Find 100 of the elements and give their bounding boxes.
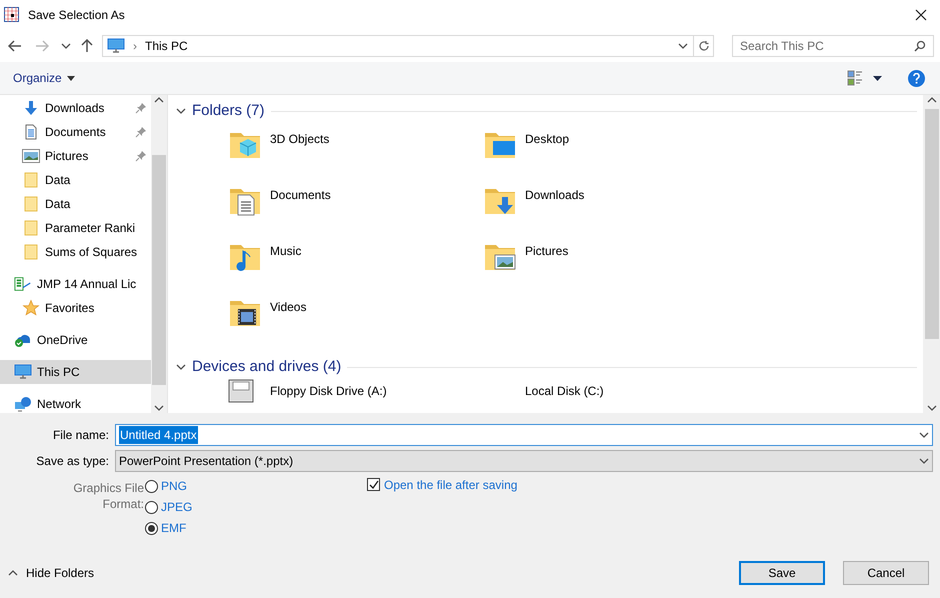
sidebar-label: Pictures [45, 148, 90, 165]
computer-icon [14, 364, 32, 380]
question-mark-icon [913, 72, 920, 84]
sidebar-label: Data [45, 172, 72, 189]
search-icon [914, 40, 926, 52]
help-button[interactable] [908, 70, 925, 86]
radio-button[interactable] [145, 522, 158, 534]
sidebar-label: Sums of Squares [45, 244, 138, 261]
scroll-down-icon [154, 403, 164, 413]
chevron-down-icon [919, 456, 929, 466]
folder-item[interactable]: Music [228, 239, 483, 295]
scrollbar-thumb[interactable] [152, 155, 166, 385]
sidebar-item[interactable]: This PC [0, 360, 151, 384]
pin-icon [135, 102, 147, 114]
caret-icon [61, 41, 71, 51]
hide-folders-button[interactable]: Hide Folders [0, 564, 94, 582]
folder-icon [24, 220, 38, 236]
dropdown-triangle-icon [66, 76, 75, 80]
format-label: Graphics File Format: [72, 480, 144, 513]
address-bar[interactable]: › This PC [102, 35, 714, 57]
computer-icon [107, 38, 125, 54]
radio-option[interactable]: PNG [145, 478, 367, 494]
scrollbar-thumb[interactable] [924, 109, 938, 339]
sidebar-item[interactable]: Downloads [0, 96, 151, 120]
refresh-icon [698, 40, 710, 52]
folder-item[interactable]: Local Disk (C:) [483, 379, 738, 405]
radio-option[interactable]: JPEG [145, 499, 367, 515]
folder-label: Local Disk (C:) [525, 383, 604, 400]
sidebar-label: Parameter Ranki [45, 220, 136, 237]
sidebar-item[interactable]: Pictures [0, 144, 151, 168]
folder-item[interactable]: Videos [228, 295, 483, 351]
sidebar-label: JMP 14 Annual Lic [37, 276, 138, 293]
sidebar-item[interactable]: Data [0, 168, 151, 192]
close-icon [915, 9, 927, 21]
sidebar-item[interactable]: Favorites [0, 296, 151, 320]
group-header[interactable]: Folders (7) [192, 100, 265, 122]
radio-option[interactable]: EMF [145, 520, 367, 536]
folder-icon [24, 244, 38, 260]
sidebar-item[interactable]: Data [0, 192, 151, 216]
chevron-down-icon [919, 430, 929, 440]
folder-label: Downloads [525, 187, 584, 204]
scroll-up-icon [154, 95, 164, 105]
sidebar-item[interactable]: Network [0, 392, 151, 413]
sidebar-label: OneDrive [37, 332, 89, 349]
sidebar-label: Downloads [45, 100, 106, 117]
folder-label: Desktop [525, 131, 570, 148]
up-arrow-icon [81, 39, 93, 53]
picture-icon [22, 149, 40, 163]
dialog-button[interactable]: Cancel [843, 561, 929, 585]
search-field[interactable]: Search This PC [732, 35, 934, 57]
pin-icon [135, 150, 147, 162]
grid-app-icon [4, 7, 20, 23]
spreadsheet-icon [14, 276, 32, 292]
sidebar-label: Network [37, 396, 82, 413]
sidebar-label: Favorites [45, 300, 96, 317]
field-label: Save as type: [35, 453, 110, 470]
back-arrow-icon [8, 40, 22, 52]
sidebar-item[interactable]: Parameter Ranki [0, 216, 151, 240]
sidebar-label: Documents [45, 124, 107, 141]
sidebar-item[interactable]: Documents [0, 120, 151, 144]
checkbox[interactable] [367, 478, 380, 491]
sidebar-item[interactable]: OneDrive [0, 328, 151, 352]
folder-item[interactable]: Floppy Disk Drive (A:) [228, 379, 483, 405]
folder-item[interactable]: Desktop [483, 127, 738, 183]
radio-button[interactable] [145, 480, 158, 492]
folder-label: Documents [270, 187, 331, 204]
radio-button[interactable] [145, 500, 158, 514]
view-icon [847, 70, 863, 86]
dialog-button[interactable]: Save [739, 561, 825, 585]
organize-button[interactable]: Organize [13, 69, 75, 87]
folder-label: Videos [270, 299, 306, 316]
window-title: Save Selection As [28, 7, 125, 24]
cloud-icon [14, 332, 32, 348]
folder-item[interactable]: Downloads [483, 183, 738, 239]
scrollbar[interactable] [923, 95, 940, 413]
folder-item[interactable]: Pictures [483, 239, 738, 295]
folder-label: 3D Objects [270, 131, 330, 148]
document-icon [23, 124, 39, 140]
network-icon [14, 396, 32, 412]
folder-item[interactable]: 3D Objects [228, 127, 483, 183]
view-options-button[interactable] [847, 70, 882, 86]
group-header[interactable]: Devices and drives (4) [192, 356, 342, 378]
scrollbar[interactable] [151, 95, 167, 413]
forward-arrow-icon [35, 40, 49, 52]
folder-item[interactable]: Documents [228, 183, 483, 239]
field-label: File name: [52, 427, 110, 444]
checkbox-option[interactable]: Open the file after saving [367, 478, 518, 494]
breadcrumb-separator: › [133, 38, 137, 55]
file-type-dropdown[interactable]: PowerPoint Presentation (*.pptx) [115, 450, 933, 472]
breadcrumb[interactable]: This PC [145, 37, 188, 55]
chevron-down-icon [678, 41, 688, 51]
sidebar-label: Data [45, 196, 72, 213]
sidebar-label: This PC [37, 364, 81, 381]
folder-icon [24, 172, 38, 188]
star-icon [22, 299, 40, 317]
selected-text: Untitled 4.pptx [119, 426, 198, 444]
sidebar-item[interactable]: JMP 14 Annual Lic [0, 272, 151, 296]
checkmark-icon [368, 480, 378, 490]
file-name-field[interactable]: Untitled 4.pptx [115, 424, 933, 446]
sidebar-item[interactable]: Sums of Squares [0, 240, 151, 264]
